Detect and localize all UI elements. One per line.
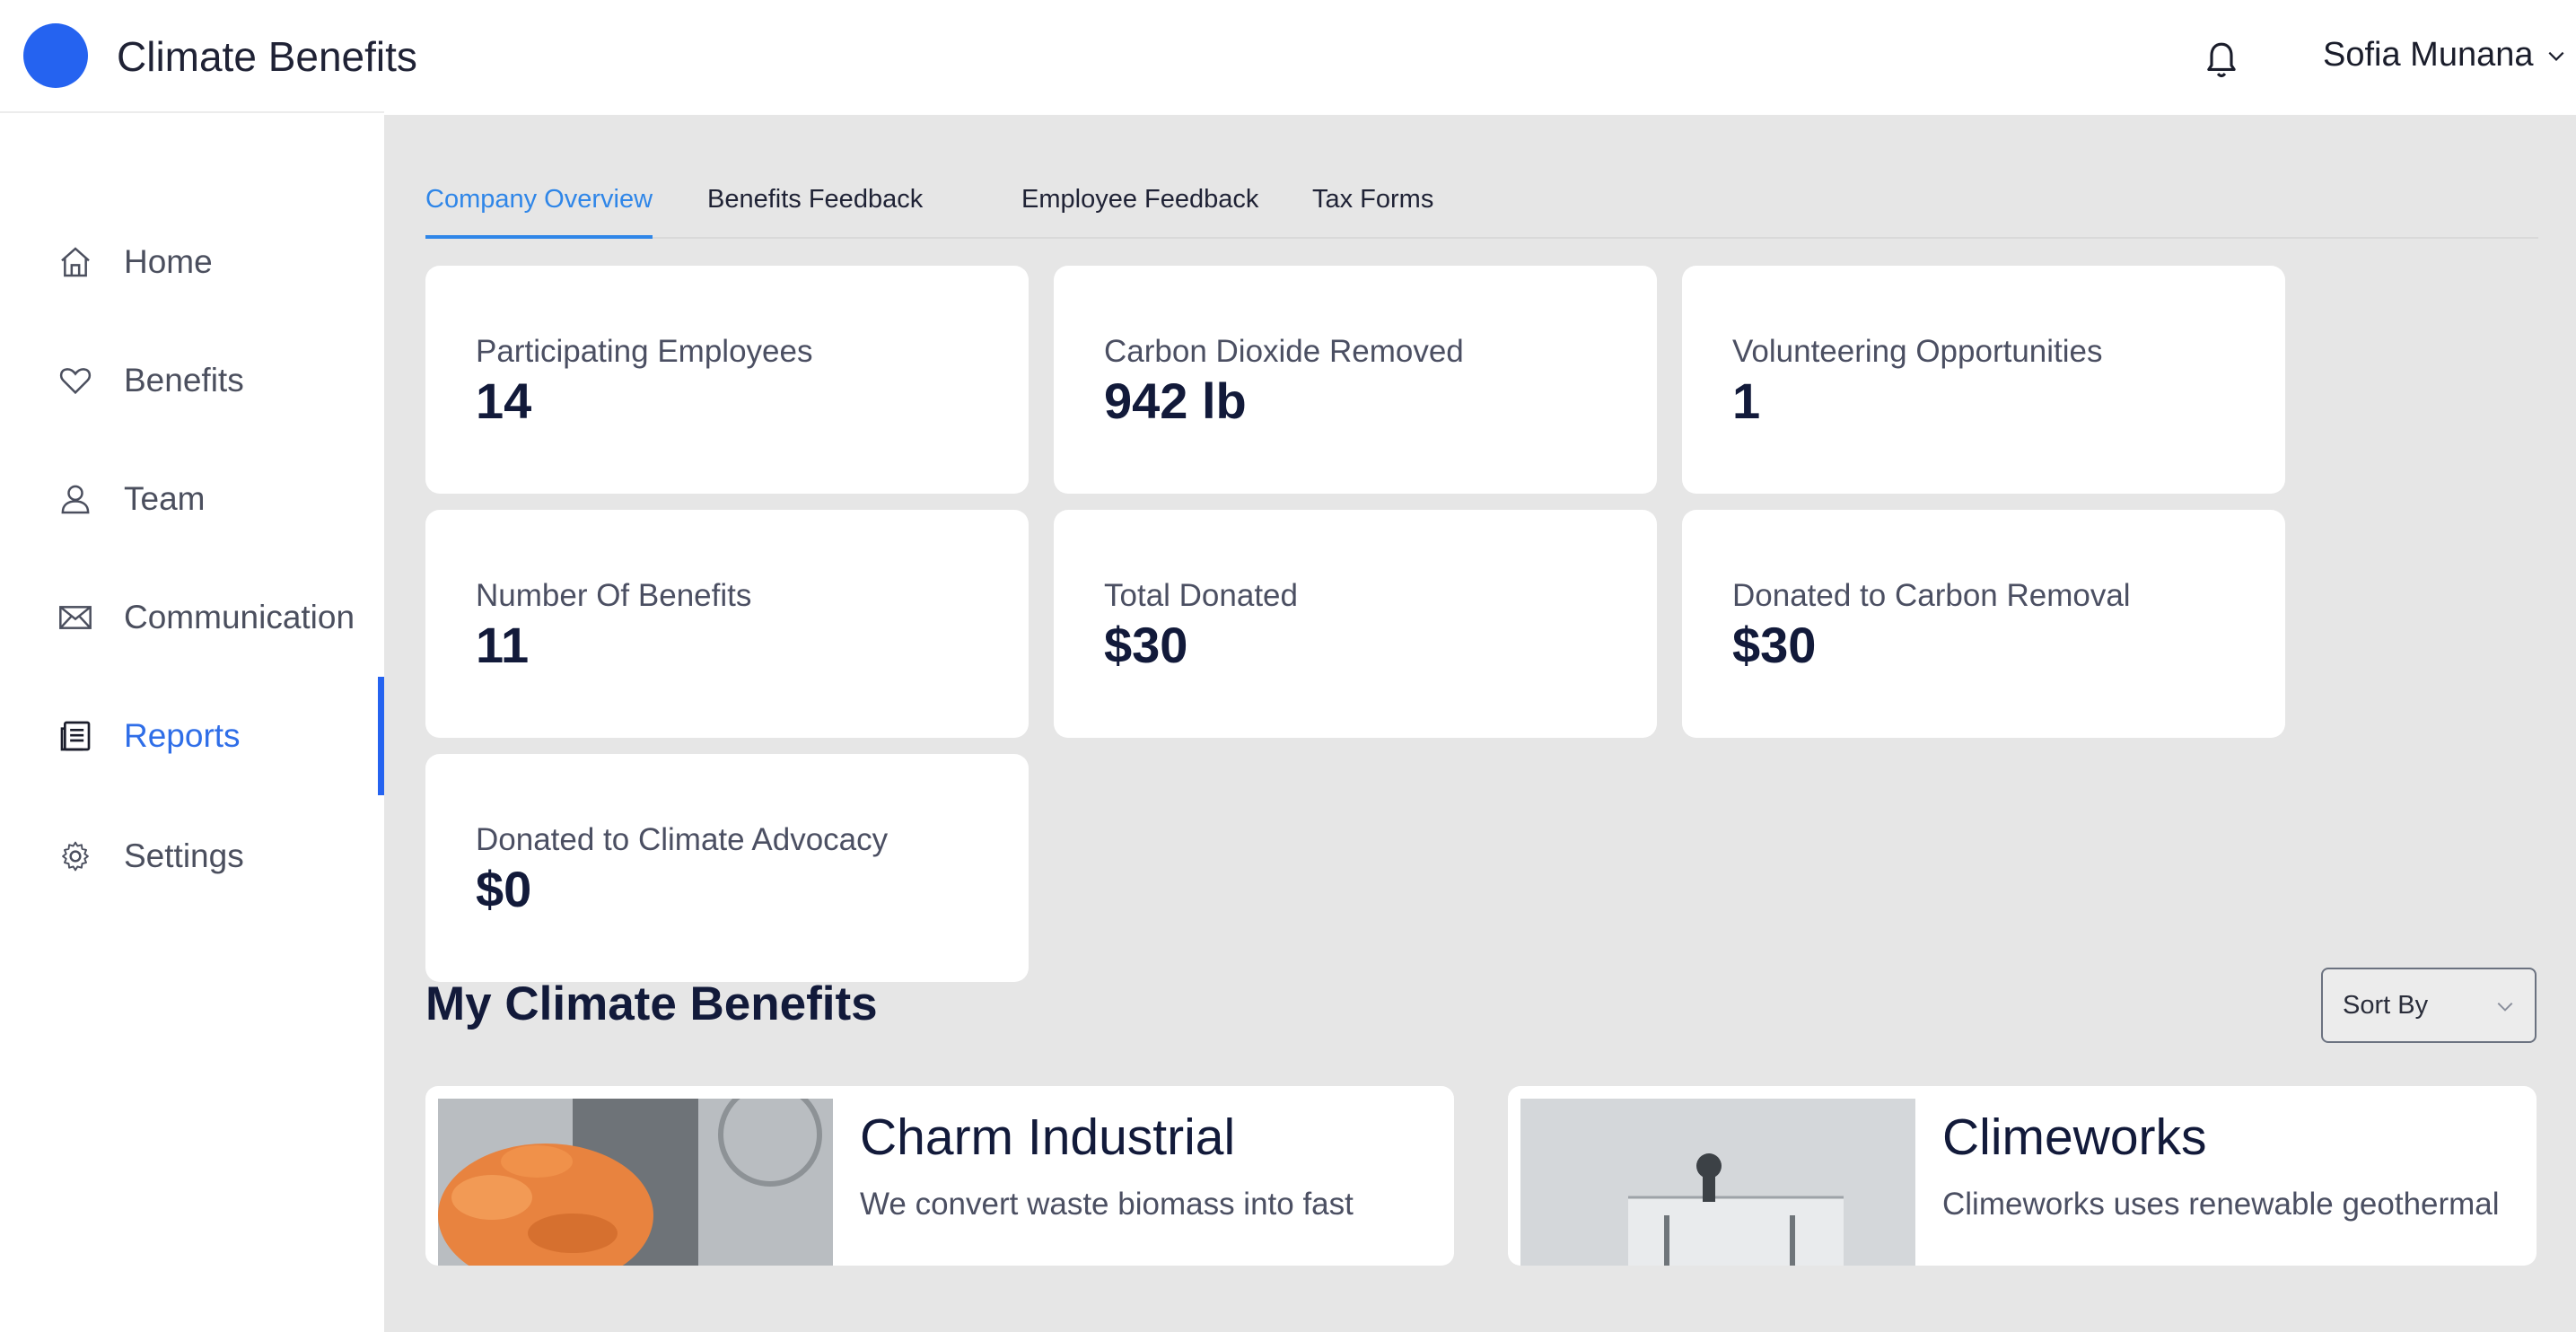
stat-label: Number Of Benefits xyxy=(476,578,752,613)
stat-label: Donated to Carbon Removal xyxy=(1732,578,2131,613)
stat-value: $30 xyxy=(1104,617,1188,673)
facility-photo xyxy=(1520,1099,1915,1266)
chevron-down-icon xyxy=(2497,1002,2513,1012)
chevron-down-icon xyxy=(2548,51,2563,61)
tab-tax-forms[interactable]: Tax Forms xyxy=(1312,181,1433,239)
benefit-description: Climeworks uses renewable geothermal xyxy=(1942,1187,2500,1222)
tab-company-overview[interactable]: Company Overview xyxy=(425,181,653,239)
stat-value: 11 xyxy=(476,617,530,673)
sidebar-item-label: Reports xyxy=(124,717,241,754)
benefit-name: Climeworks xyxy=(1942,1109,2207,1166)
benefit-name: Charm Industrial xyxy=(860,1109,1236,1166)
top-header: Climate Benefits Sofia Munana xyxy=(0,0,2576,115)
stat-label: Donated to Climate Advocacy xyxy=(476,822,889,857)
benefit-description: We convert waste biomass into fast xyxy=(860,1187,1354,1222)
stat-value: 942 lb xyxy=(1104,372,1247,429)
stat-card: Participating Employees 14 xyxy=(425,266,1029,494)
benefit-image xyxy=(438,1099,833,1266)
stat-card: Volunteering Opportunities 1 xyxy=(1682,266,2285,494)
stat-value: 14 xyxy=(476,372,532,429)
stat-label: Carbon Dioxide Removed xyxy=(1104,334,1464,369)
stat-card: Carbon Dioxide Removed 942 lb xyxy=(1054,266,1657,494)
benefit-image xyxy=(1520,1099,1915,1266)
sidebar-item-home[interactable]: Home xyxy=(0,217,384,307)
home-icon xyxy=(61,247,90,277)
stat-label: Volunteering Opportunities xyxy=(1732,334,2103,369)
stat-value: $0 xyxy=(476,861,532,917)
sidebar: Home Benefits Team Communication Reports xyxy=(0,111,384,1332)
tab-employee-feedback[interactable]: Employee Feedback xyxy=(1021,181,1258,239)
stat-value: $30 xyxy=(1732,617,1817,673)
user-menu[interactable]: Sofia Munana xyxy=(2323,36,2566,74)
benefit-card[interactable]: Climeworks Climeworks uses renewable geo… xyxy=(1508,1086,2537,1266)
user-icon xyxy=(61,485,90,514)
mail-icon xyxy=(59,606,92,629)
sidebar-item-label: Settings xyxy=(124,837,244,874)
gear-icon xyxy=(62,841,89,872)
tab-benefits-feedback[interactable]: Benefits Feedback xyxy=(707,181,923,239)
sidebar-item-benefits[interactable]: Benefits xyxy=(0,336,384,425)
stat-card: Donated to Climate Advocacy $0 xyxy=(425,754,1029,982)
sidebar-item-label: Benefits xyxy=(124,362,244,399)
user-name: Sofia Munana xyxy=(2323,36,2534,74)
stat-card: Donated to Carbon Removal $30 xyxy=(1682,510,2285,738)
report-icon xyxy=(60,721,91,751)
sidebar-item-settings[interactable]: Settings xyxy=(0,811,384,901)
benefit-card[interactable]: Charm Industrial We convert waste biomas… xyxy=(425,1086,1454,1266)
app-logo[interactable] xyxy=(23,23,88,88)
stat-card: Number Of Benefits 11 xyxy=(425,510,1029,738)
sidebar-item-team[interactable]: Team xyxy=(0,454,384,544)
stat-label: Total Donated xyxy=(1104,578,1298,613)
bell-icon[interactable] xyxy=(2204,41,2239,81)
main-content: Company Overview Benefits Feedback Emplo… xyxy=(384,115,2576,1332)
sort-by-select[interactable]: Sort By xyxy=(2321,968,2537,1043)
sidebar-item-communication[interactable]: Communication xyxy=(0,573,384,662)
tab-bar: Company Overview Benefits Feedback Emplo… xyxy=(425,181,2538,239)
sidebar-item-label: Communication xyxy=(124,599,355,635)
app-title: Climate Benefits xyxy=(117,33,417,80)
gloved-hands-photo xyxy=(438,1099,833,1266)
sidebar-item-reports[interactable]: Reports xyxy=(0,677,384,795)
heart-icon xyxy=(59,368,92,395)
stat-label: Participating Employees xyxy=(476,334,813,369)
stat-card: Total Donated $30 xyxy=(1054,510,1657,738)
sort-by-label: Sort By xyxy=(2343,991,2429,1020)
active-indicator xyxy=(378,677,384,795)
section-title: My Climate Benefits xyxy=(425,977,878,1030)
stat-value: 1 xyxy=(1732,372,1761,429)
sidebar-item-label: Home xyxy=(124,243,213,280)
sidebar-item-label: Team xyxy=(124,480,206,517)
